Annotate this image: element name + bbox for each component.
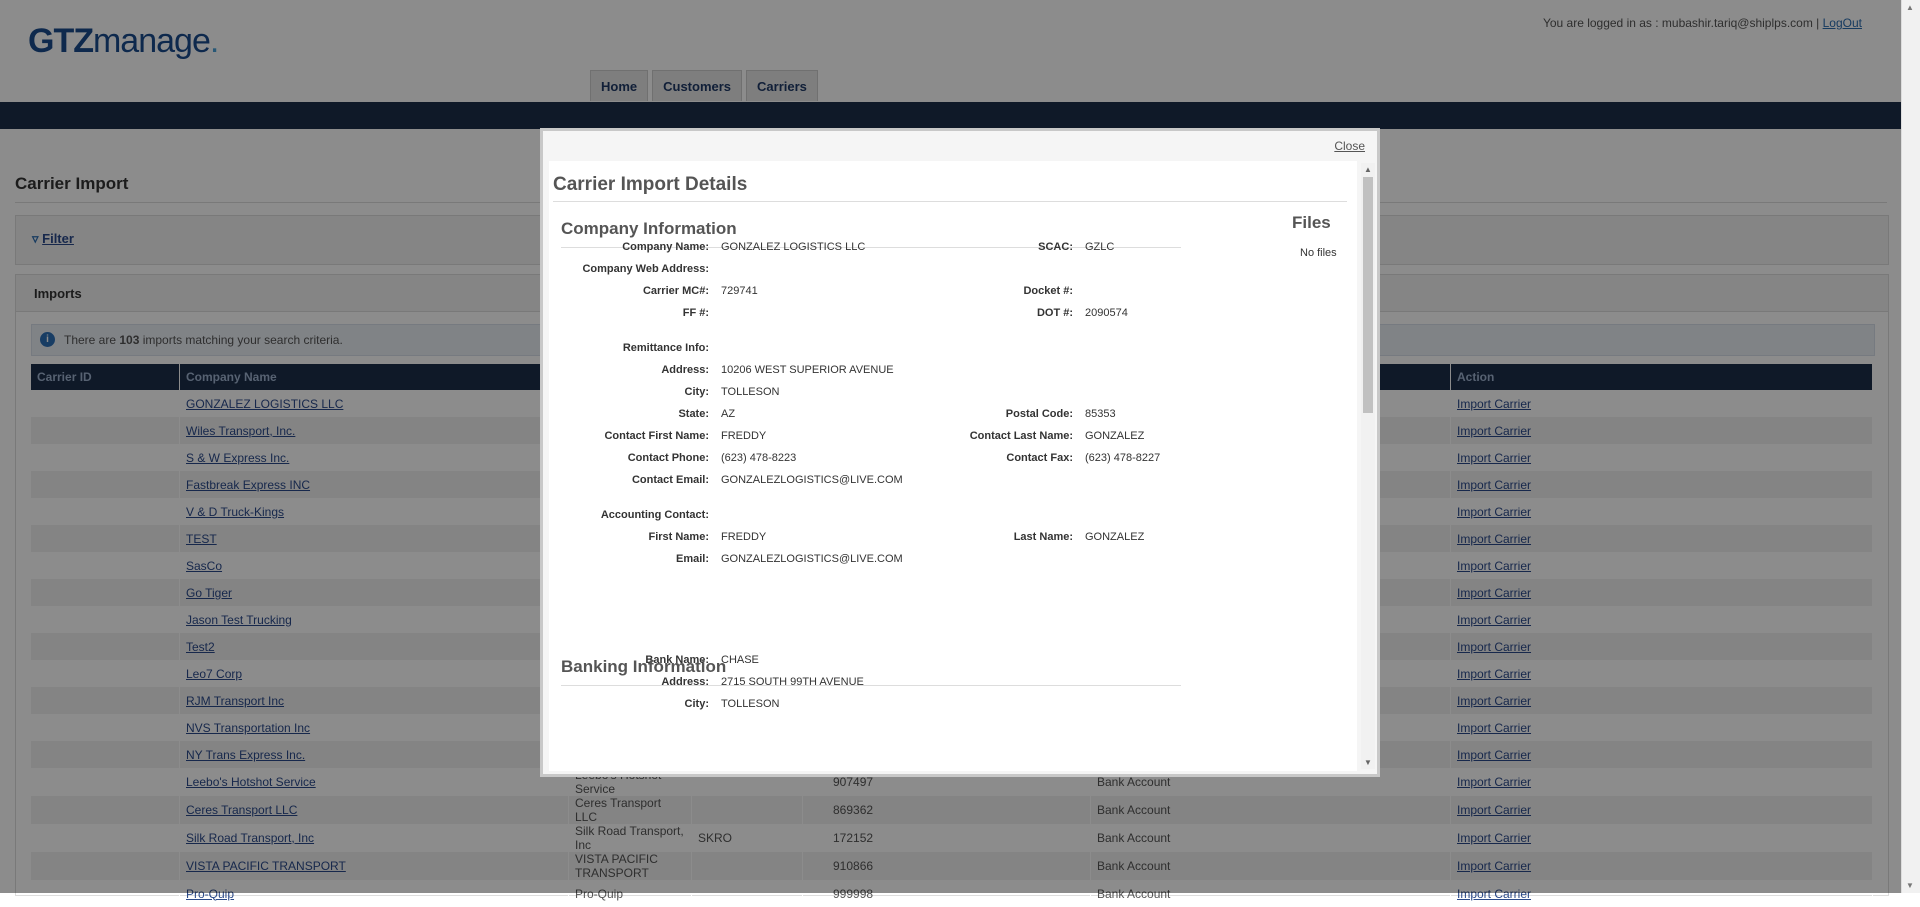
field-label-cln: Contact Last Name: [969,430,1073,442]
field-value-cln: GONZALEZ [1085,430,1145,442]
field-label-company_name: Company Name: [622,241,709,253]
scroll-down-arrow-icon[interactable]: ▼ [1906,881,1914,890]
files-heading: Files [1292,213,1331,232]
field-label-dot: DOT #: [1036,307,1073,319]
field-value-scac: GZLC [1085,241,1115,253]
modal-title: Carrier Import Details [553,174,748,195]
field-label-scac: SCAC: [1038,241,1073,253]
field-label-ff: FF #: [682,307,709,319]
field-label-aemail: Email: [675,553,709,565]
field-value-baddr: 2715 SOUTH 99TH AVENUE [721,676,864,688]
field-label-state: State: [678,408,709,420]
close-button[interactable]: Close [1334,139,1365,153]
field-label-bcity: City: [684,698,709,710]
field-value-addr: 10206 WEST SUPERIOR AVENUE [721,364,894,376]
scroll-down-arrow-icon[interactable]: ▼ [1364,758,1372,767]
section-banking-information: Banking Information [561,657,727,676]
field-value-afn: FREDDY [721,531,767,543]
field-label-docket: Docket #: [1023,285,1073,297]
field-label-afn: First Name: [648,531,709,543]
field-value-dot: 2090574 [1085,307,1128,319]
field-label-acct: Accounting Contact: [600,509,709,521]
field-label-addr: Address: [661,364,709,376]
field-value-postal: 85353 [1085,408,1116,420]
field-label-web: Company Web Address: [582,263,709,275]
field-label-postal: Postal Code: [1005,408,1073,420]
field-value-bank: CHASE [721,654,759,666]
field-value-cfn: FREDDY [721,430,767,442]
field-value-company_name: GONZALEZ LOGISTICS LLC [721,241,866,253]
field-label-cemail: Contact Email: [631,474,709,486]
field-label-aln: Last Name: [1013,531,1073,543]
no-files-text: No files [1300,247,1337,259]
field-label-baddr: Address: [661,676,709,688]
divider [553,201,1347,202]
field-label-cfax: Contact Fax: [1006,452,1073,464]
field-value-cphone: (623) 478-8223 [721,452,797,464]
field-value-cemail: GONZALEZLOGISTICS@LIVE.COM [721,474,903,486]
scroll-up-arrow-icon[interactable]: ▲ [1906,3,1914,12]
page-scrollbar[interactable]: ▲ ▼ [1901,0,1920,893]
field-value-cfax: (623) 478-8227 [1085,452,1161,464]
carrier-import-details-modal: Close Carrier Import Details Company Inf… [540,128,1380,777]
field-value-aemail: GONZALEZLOGISTICS@LIVE.COM [721,553,903,565]
field-label-mc: Carrier MC#: [642,285,709,297]
field-label-cphone: Contact Phone: [627,452,709,464]
field-value-state: AZ [721,408,736,420]
modal-body: Carrier Import Details Company Informati… [549,161,1357,771]
field-label-cfn: Contact First Name: [604,430,709,442]
scroll-thumb[interactable] [1363,177,1373,413]
modal-scrollbar[interactable]: ▲ ▼ [1361,163,1375,769]
field-value-aln: GONZALEZ [1085,531,1145,543]
field-value-city: TOLLESON [721,386,780,398]
divider [561,685,1181,686]
section-company-information: Company Information [561,219,737,238]
scroll-up-arrow-icon[interactable]: ▲ [1364,165,1372,174]
field-value-bcity: TOLLESON [721,698,780,710]
field-value-mc: 729741 [721,285,758,297]
field-label-city: City: [684,386,709,398]
field-label-remit: Remittance Info: [622,342,709,354]
